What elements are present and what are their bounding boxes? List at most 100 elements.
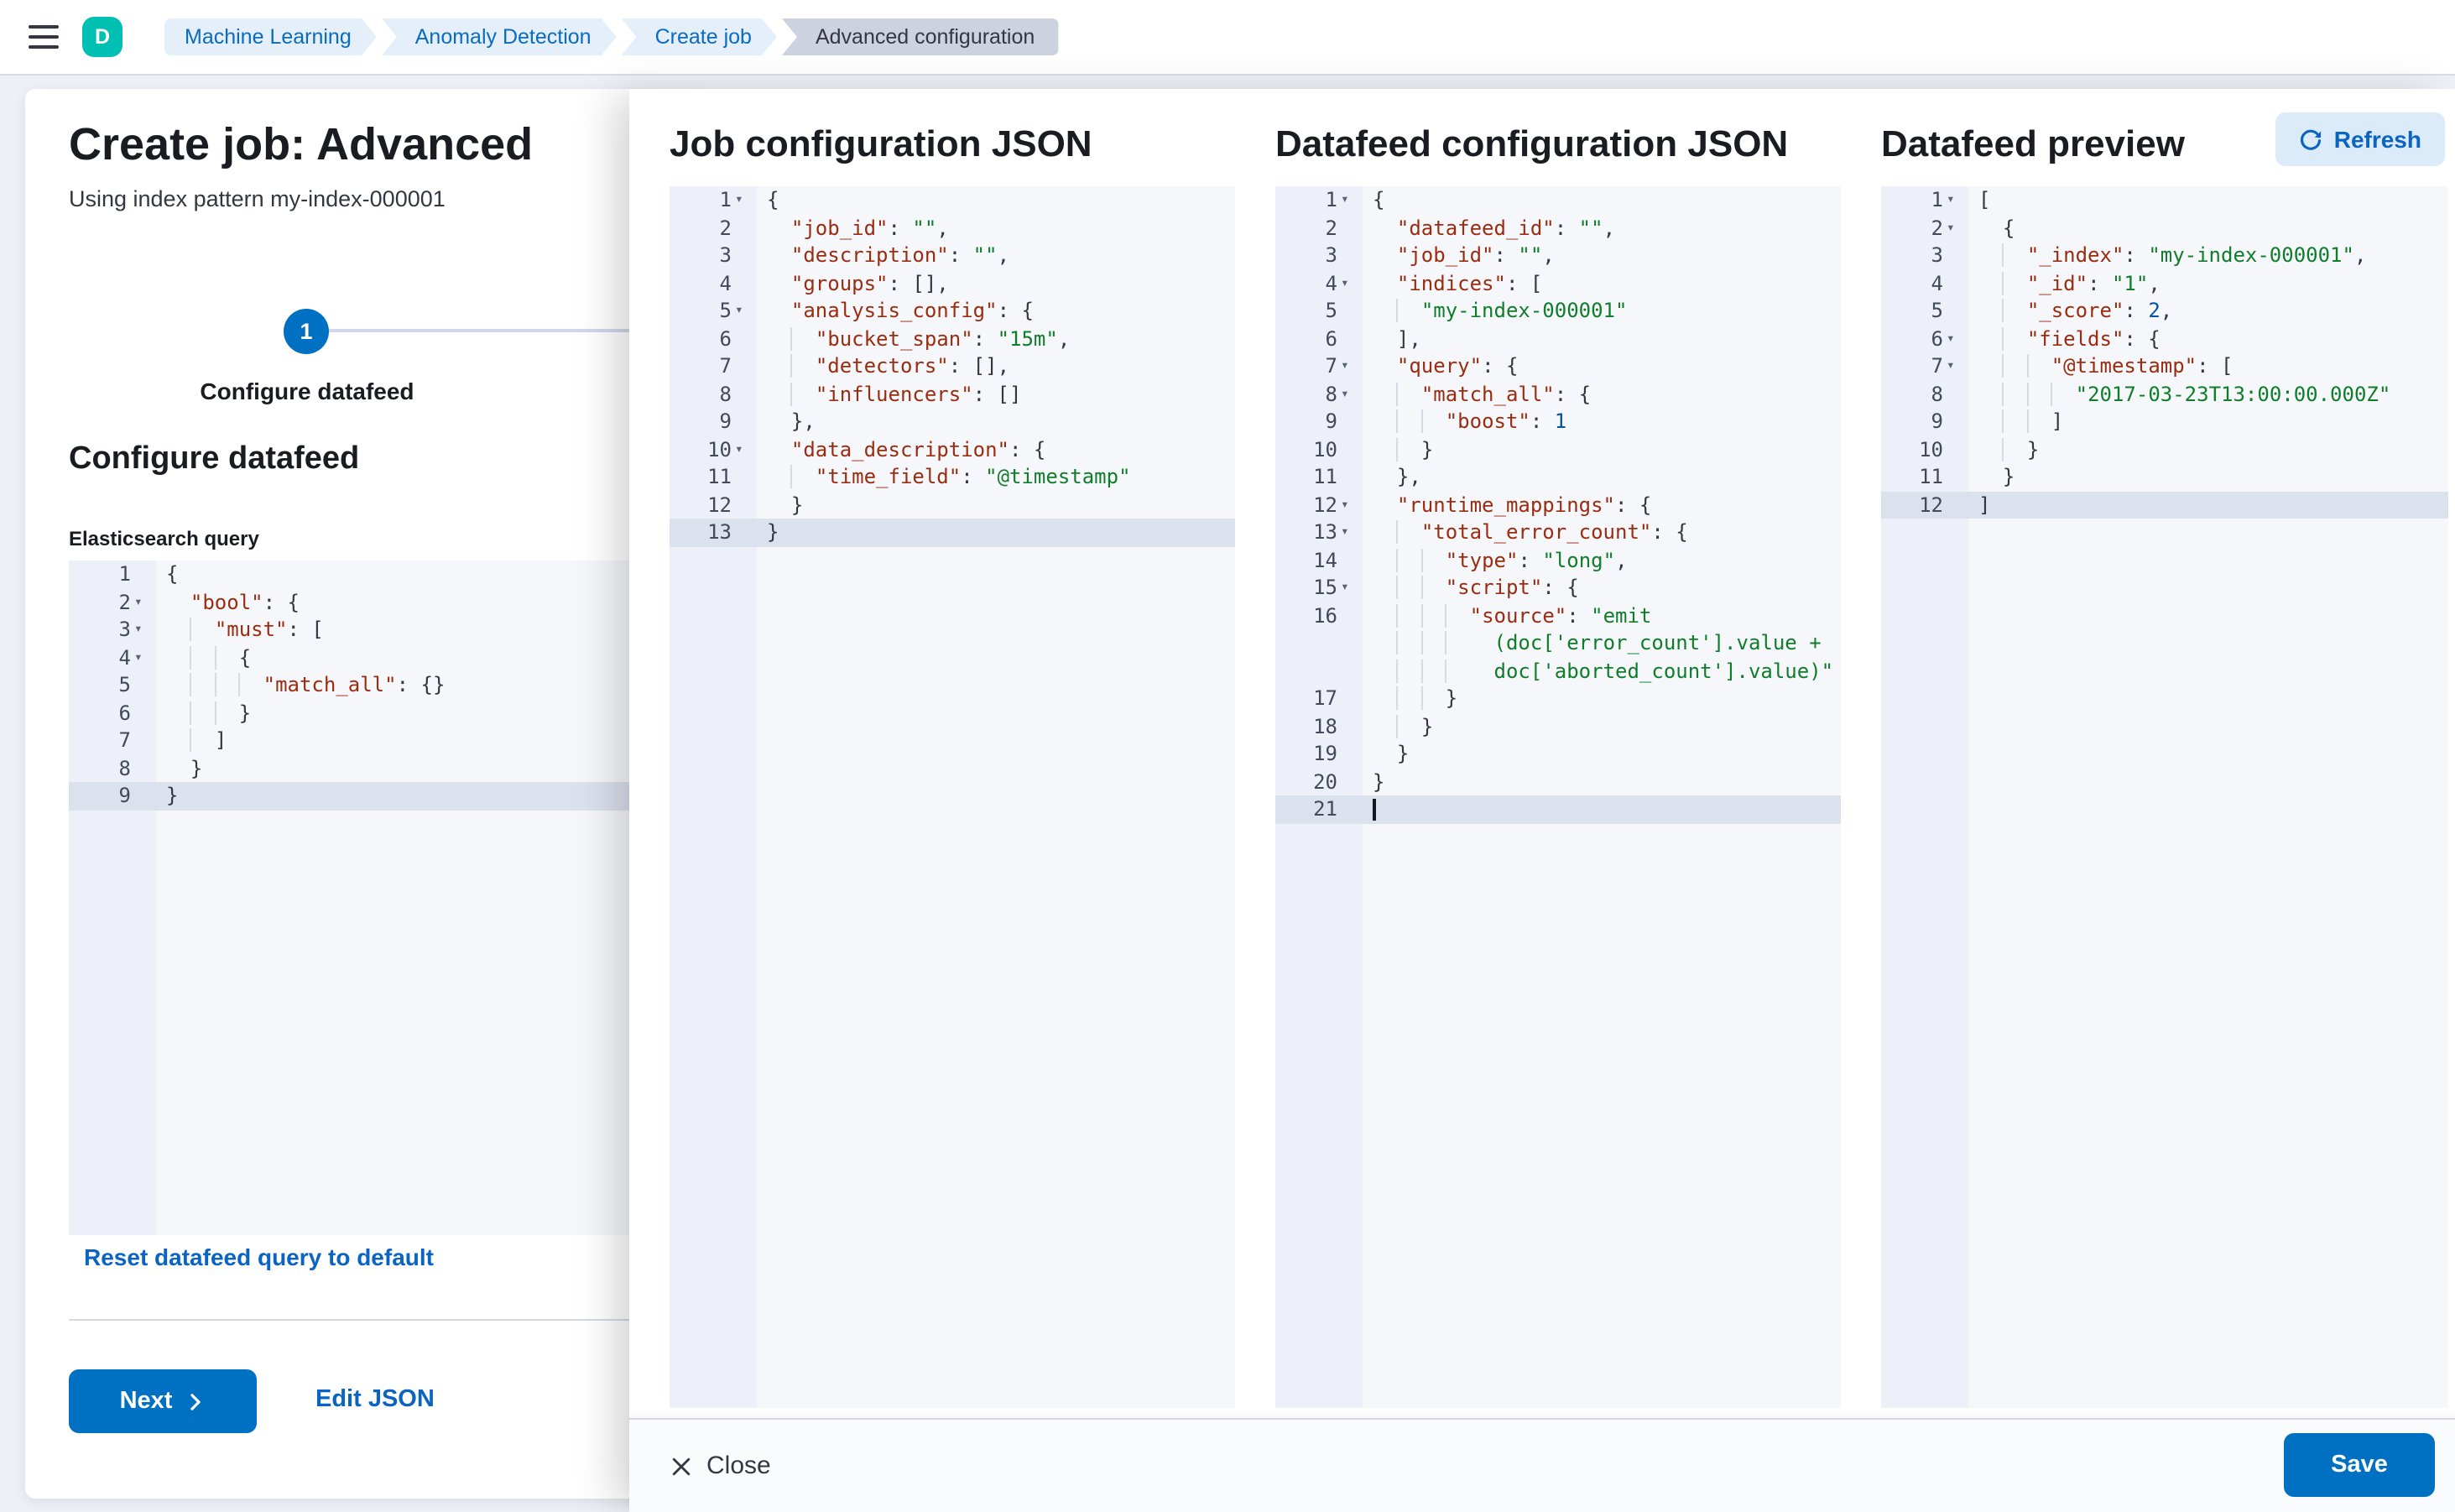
code-line[interactable]: 9▾} <box>69 782 705 810</box>
code-line[interactable]: 10▾ } <box>1881 435 2448 463</box>
code-line[interactable]: 7▾ ] <box>69 727 705 754</box>
code-line[interactable]: ▾ (doc['error_count'].value + <box>1275 629 1841 657</box>
refresh-button[interactable]: Refresh <box>2275 112 2445 166</box>
menu-icon[interactable] <box>29 23 59 50</box>
fold-toggle-icon[interactable]: ▾ <box>732 186 757 214</box>
code-line[interactable]: 2▾ "bool": { <box>69 588 705 616</box>
job-json-title: Job configuration JSON <box>670 123 1092 166</box>
code-line[interactable]: 13▾ "total_error_count": { <box>1275 519 1841 546</box>
reset-query-link[interactable]: Reset datafeed query to default <box>84 1243 434 1270</box>
avatar[interactable]: D <box>82 17 122 57</box>
code-line[interactable]: 3▾ "must": [ <box>69 616 705 644</box>
fold-toggle-icon[interactable]: ▾ <box>1337 269 1363 297</box>
code-line[interactable]: 9▾ }, <box>670 408 1235 435</box>
code-line[interactable]: 6▾ "fields": { <box>1881 325 2448 352</box>
code-line[interactable]: 4▾ "_id": "1", <box>1881 269 2448 297</box>
code-line[interactable]: 2▾ { <box>1881 214 2448 242</box>
edit-json-link[interactable]: Edit JSON <box>315 1386 435 1413</box>
code-line[interactable]: 5▾ "_score": 2, <box>1881 297 2448 325</box>
code-line[interactable]: 3▾ "description": "", <box>670 242 1235 269</box>
job-config-editor[interactable]: 1▾{2▾ "job_id": "",3▾ "description": "",… <box>670 186 1235 1408</box>
code-line[interactable]: 7▾ "query": { <box>1275 352 1841 380</box>
save-button[interactable]: Save <box>2284 1433 2435 1497</box>
code-line[interactable]: 4▾ "indices": [ <box>1275 269 1841 297</box>
code-line[interactable]: 5▾ "match_all": {} <box>69 671 705 699</box>
next-button[interactable]: Next <box>69 1369 257 1433</box>
code-line[interactable]: 12▾ "runtime_mappings": { <box>1275 491 1841 519</box>
code-line[interactable]: 21▾ <box>1275 795 1841 823</box>
code-line[interactable]: 1▾{ <box>670 186 1235 214</box>
code-line[interactable]: 5▾ "my-index-000001" <box>1275 297 1841 325</box>
fold-toggle-icon[interactable]: ▾ <box>732 435 757 463</box>
code-line[interactable]: 17▾ } <box>1275 685 1841 712</box>
line-number: 8▾ <box>1881 380 1968 408</box>
code-line[interactable]: 7▾ "detectors": [], <box>670 352 1235 380</box>
code-line[interactable]: 2▾ "datafeed_id": "", <box>1275 214 1841 242</box>
code-line[interactable]: 9▾ "boost": 1 <box>1275 408 1841 435</box>
code-line[interactable]: 15▾ "script": { <box>1275 574 1841 602</box>
code-line[interactable]: 7▾ "@timestamp": [ <box>1881 352 2448 380</box>
top-navigation-bar: D Machine Learning Anomaly Detection Cre… <box>0 0 2455 76</box>
datafeed-preview-editor[interactable]: 1▾[2▾ {3▾ "_index": "my-index-000001",4▾… <box>1881 186 2448 1408</box>
code-line[interactable]: 8▾ "match_all": { <box>1275 380 1841 408</box>
code-line[interactable]: 8▾ "influencers": [] <box>670 380 1235 408</box>
line-number: 5▾ <box>69 671 156 699</box>
code-line[interactable]: 8▾ } <box>69 754 705 782</box>
code-line[interactable]: 1▾[ <box>1881 186 2448 214</box>
fold-toggle-icon[interactable]: ▾ <box>1943 214 1968 242</box>
code-line[interactable]: ▾ doc['aborted_count'].value)" <box>1275 657 1841 685</box>
code-line[interactable]: 3▾ "_index": "my-index-000001", <box>1881 242 2448 269</box>
code-line[interactable]: 6▾ } <box>69 699 705 727</box>
code-line[interactable]: 6▾ ], <box>1275 325 1841 352</box>
code-line[interactable]: 12▾] <box>1881 491 2448 519</box>
fold-toggle-icon[interactable]: ▾ <box>1943 325 1968 352</box>
code-line[interactable]: 4▾ { <box>69 644 705 671</box>
fold-toggle-icon[interactable]: ▾ <box>1337 380 1363 408</box>
code-line[interactable]: 12▾ } <box>670 491 1235 519</box>
code-line[interactable]: 3▾ "job_id": "", <box>1275 242 1841 269</box>
fold-toggle-icon[interactable]: ▾ <box>1337 186 1363 214</box>
code-line[interactable]: 16▾ "source": "emit <box>1275 602 1841 629</box>
code-line[interactable]: 1▾{ <box>69 560 705 588</box>
close-button[interactable]: Close <box>670 1420 771 1512</box>
fold-toggle-icon[interactable]: ▾ <box>1337 574 1363 602</box>
code-line[interactable]: 4▾ "groups": [], <box>670 269 1235 297</box>
code-line[interactable]: 18▾ } <box>1275 712 1841 740</box>
step-1-indicator[interactable]: 1 <box>284 309 329 354</box>
line-number: 5▾ <box>670 297 757 325</box>
code-line[interactable]: 8▾ "2017-03-23T13:00:00.000Z" <box>1881 380 2448 408</box>
breadcrumb-create-job[interactable]: Create job <box>622 18 777 55</box>
breadcrumb-machine-learning[interactable]: Machine Learning <box>164 18 377 55</box>
code-line[interactable]: 11▾ } <box>1881 463 2448 491</box>
fold-toggle-icon[interactable]: ▾ <box>131 616 156 644</box>
code-line[interactable]: 11▾ "time_field": "@timestamp" <box>670 463 1235 491</box>
code-line[interactable]: 10▾ "data_description": { <box>670 435 1235 463</box>
fold-toggle-icon[interactable]: ▾ <box>1943 186 1968 214</box>
code-line[interactable]: 13▾} <box>670 519 1235 546</box>
line-number: 13▾ <box>670 519 757 546</box>
code-line[interactable]: 10▾ } <box>1275 435 1841 463</box>
fold-toggle-icon[interactable]: ▾ <box>1337 352 1363 380</box>
step-1-label: Configure datafeed <box>173 378 441 404</box>
code-line[interactable]: 9▾ ] <box>1881 408 2448 435</box>
fold-toggle-icon[interactable]: ▾ <box>1943 352 1968 380</box>
code-line[interactable]: 11▾ }, <box>1275 463 1841 491</box>
fold-toggle-icon[interactable]: ▾ <box>1337 491 1363 519</box>
code-line[interactable]: 2▾ "job_id": "", <box>670 214 1235 242</box>
datafeed-config-editor[interactable]: 1▾{2▾ "datafeed_id": "",3▾ "job_id": "",… <box>1275 186 1841 1408</box>
code-line[interactable]: 19▾ } <box>1275 740 1841 768</box>
line-number: 13▾ <box>1275 519 1363 546</box>
code-line[interactable]: 1▾{ <box>1275 186 1841 214</box>
elasticsearch-query-editor[interactable]: 1▾{2▾ "bool": {3▾ "must": [4▾ {5▾ "match… <box>69 560 705 1235</box>
code-line[interactable]: 6▾ "bucket_span": "15m", <box>670 325 1235 352</box>
fold-toggle-icon[interactable]: ▾ <box>131 644 156 671</box>
fold-toggle-icon[interactable]: ▾ <box>732 297 757 325</box>
fold-toggle-icon[interactable]: ▾ <box>131 588 156 616</box>
fold-toggle-icon[interactable]: ▾ <box>1337 519 1363 546</box>
code-line[interactable]: 20▾} <box>1275 768 1841 795</box>
breadcrumb-anomaly-detection[interactable]: Anomaly Detection <box>382 18 617 55</box>
code-line[interactable]: 14▾ "type": "long", <box>1275 546 1841 574</box>
code-line[interactable]: 5▾ "analysis_config": { <box>670 297 1235 325</box>
line-number: 8▾ <box>69 754 156 782</box>
line-number: 2▾ <box>1275 214 1363 242</box>
